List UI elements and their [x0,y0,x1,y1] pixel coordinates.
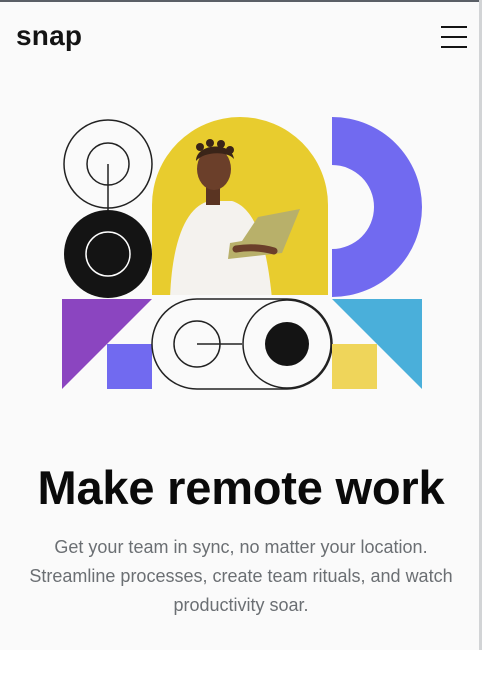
hero-headline: Make remote work [37,461,445,514]
hero-illustration [62,117,422,390]
hamburger-menu-icon[interactable] [441,24,467,50]
page-container: snap Make remote work Get your team in s… [0,2,479,650]
pill-black-dot [265,322,309,366]
purple-half-ring [332,117,422,297]
purple-square [107,344,152,389]
hero-description: Get your team in sync, no matter your lo… [29,537,453,615]
logo[interactable]: snap [16,20,82,52]
yellow-square [332,344,377,389]
black-circle [64,210,152,298]
menu-bar-middle [441,36,467,38]
menu-bar-bottom [441,46,467,48]
menu-bar-top [441,26,467,28]
photo-arch [152,117,328,295]
